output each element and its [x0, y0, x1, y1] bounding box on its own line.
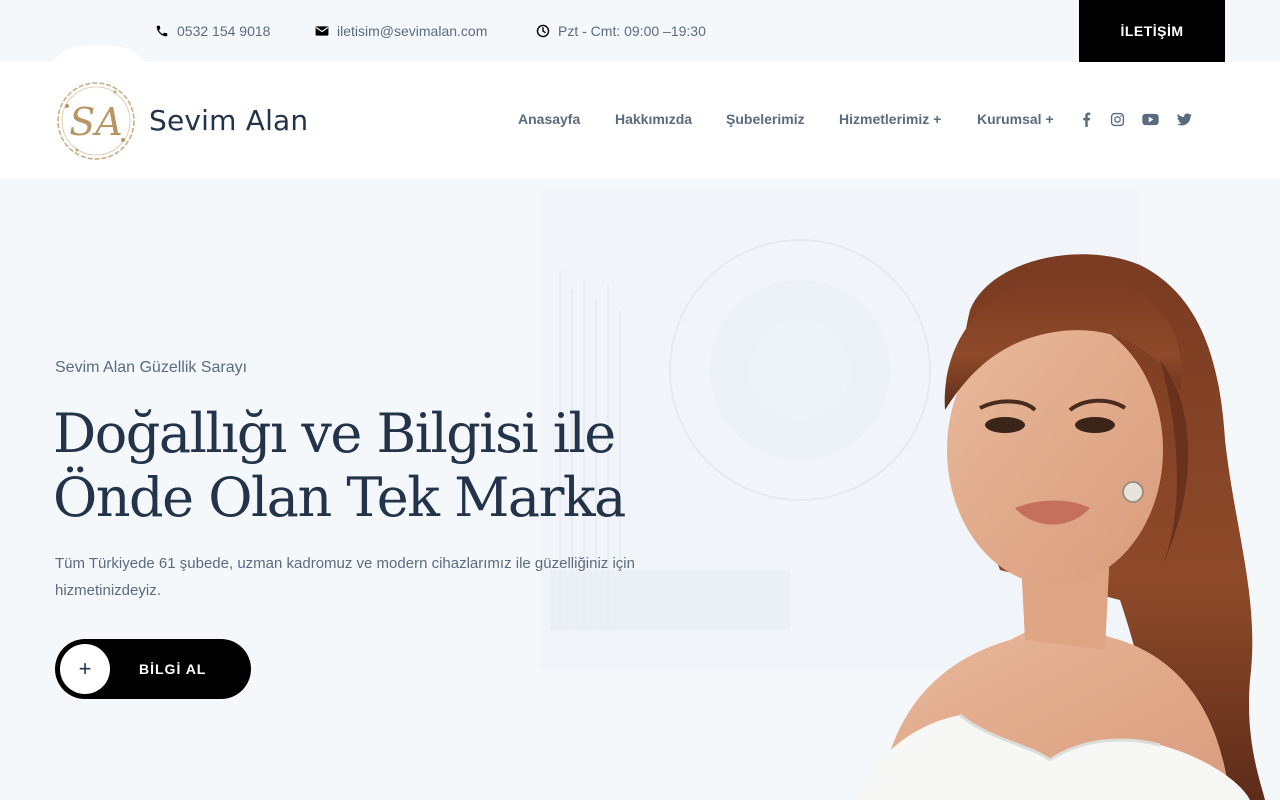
nav-kurumsal[interactable]: Kurumsal +	[977, 111, 1054, 127]
hero-title-line-1: Doğallığı ve Bilgisi ile	[53, 402, 616, 465]
twitter-icon[interactable]	[1177, 113, 1192, 131]
facebook-icon[interactable]	[1082, 112, 1091, 132]
info-request-button[interactable]: + BİLGİ AL	[55, 639, 251, 699]
hero-portrait-image	[860, 254, 1265, 800]
email-address: iletisim@sevimalan.com	[337, 23, 488, 39]
instagram-icon[interactable]	[1110, 112, 1125, 132]
opening-hours: Pzt - Cmt: 09:00 –19:30	[558, 23, 706, 39]
contact-button[interactable]: İLETİŞİM	[1079, 0, 1225, 62]
phone-number: 0532 154 9018	[177, 23, 271, 39]
hero-subtitle: Sevim Alan Güzellik Sarayı	[55, 359, 248, 376]
youtube-icon[interactable]	[1142, 113, 1159, 131]
hero-title-line-2: Önde Olan Tek Marka	[53, 466, 626, 529]
plus-icon: +	[60, 644, 110, 694]
nav-hakkimizda[interactable]: Hakkımızda	[615, 111, 692, 127]
top-hours: Pzt - Cmt: 09:00 –19:30	[536, 22, 706, 40]
hero-title: Doğallığı ve Bilgisi ile Önde Olan Tek M…	[53, 402, 693, 530]
nav-anasayfa[interactable]: Anasayfa	[518, 111, 580, 127]
clock-icon	[536, 24, 550, 38]
brand-name[interactable]: Sevim Alan	[149, 104, 308, 137]
top-bar: 0532 154 9018 iletisim@sevimalan.com Pzt…	[0, 0, 1280, 62]
info-request-label: BİLGİ AL	[139, 661, 207, 677]
brand-logo[interactable]: SA	[55, 80, 137, 162]
nav-hizmetlerimiz[interactable]: Hizmetlerimiz +	[839, 111, 941, 127]
envelope-icon	[315, 26, 329, 36]
phone-icon	[156, 25, 168, 37]
svg-text:SA: SA	[69, 100, 122, 144]
top-phone[interactable]: 0532 154 9018	[155, 22, 270, 40]
hero-description: Tüm Türkiyede 61 şubede, uzman kadromuz …	[55, 555, 635, 599]
logo-emblem: SA	[57, 82, 135, 160]
top-email[interactable]: iletisim@sevimalan.com	[315, 22, 487, 40]
nav-subelerimiz[interactable]: Şubelerimiz	[726, 111, 805, 127]
